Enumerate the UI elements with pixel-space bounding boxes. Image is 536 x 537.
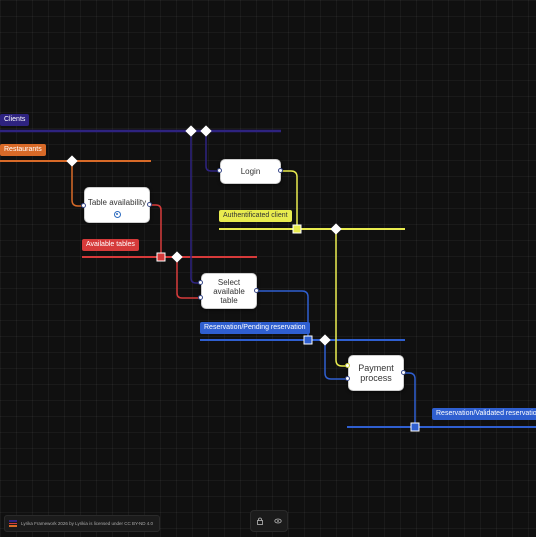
node-payment-process[interactable]: Payment process (348, 355, 404, 391)
lane-label-authenticated-client[interactable]: Authentificated client (219, 210, 292, 222)
edge-payment-to-validated-reservation (404, 372, 416, 427)
edge-restaurants-to-table-availability (71, 161, 84, 207)
diamond-restaurants[interactable] (66, 155, 78, 167)
lane-label-validated-reservation[interactable]: Reservation/Validated reservation (432, 408, 536, 420)
handle-select-table-in-clients[interactable] (198, 280, 203, 285)
handle-login-in[interactable] (217, 168, 222, 173)
handle-payment-in-pending[interactable] (345, 376, 350, 381)
node-select-table[interactable]: Select available table (201, 273, 257, 309)
handle-select-table-out[interactable] (254, 288, 259, 293)
lane-label-available-tables[interactable]: Available tables (82, 239, 139, 251)
diamond-authenticated-client[interactable] (330, 223, 342, 235)
node-payment-line2: process (360, 373, 392, 383)
square-validated-reservation[interactable] (410, 422, 420, 432)
edge-table-availability-to-available-tables (150, 204, 162, 257)
flag-logo-icon (9, 520, 17, 528)
square-authenticated-client[interactable] (292, 224, 302, 234)
edge-clients-to-select-table (190, 131, 201, 284)
handle-payment-out[interactable] (401, 370, 406, 375)
node-table-availability[interactable]: Table availability (84, 187, 150, 223)
diamond-pending-reservation[interactable] (319, 334, 331, 346)
lane-label-pending-reservation[interactable]: Reservation/Pending reservation (200, 322, 310, 334)
handle-table-availability-out[interactable] (147, 202, 152, 207)
handle-table-availability-in[interactable] (81, 203, 86, 208)
handle-payment-in-auth[interactable] (345, 363, 350, 368)
lock-icon[interactable] (254, 515, 266, 527)
edge-clients-to-login (205, 131, 220, 172)
edge-authenticated-client-to-payment (335, 229, 348, 367)
node-select-table-line1: Select (217, 277, 241, 287)
settings-icon[interactable] (113, 211, 121, 218)
edge-available-tables-to-select-table (176, 257, 201, 299)
diamond-available-tables[interactable] (171, 251, 183, 263)
node-select-table-line2: available (213, 286, 245, 296)
lane-label-restaurants[interactable]: Restaurants (0, 144, 46, 156)
square-available-tables[interactable] (156, 252, 166, 262)
diamond-clients-select[interactable] (185, 125, 197, 137)
handle-select-table-in-tables[interactable] (198, 295, 203, 300)
license-text: Lyrika Framework 2026 by Lyrikia is lice… (21, 521, 154, 526)
diagram-canvas (0, 125, 536, 432)
node-payment-line1: Payment (358, 363, 394, 373)
lane-label-clients[interactable]: Clients (0, 114, 30, 126)
eye-icon[interactable] (272, 515, 284, 527)
node-login[interactable]: Login (220, 159, 281, 184)
node-login-label: Login (240, 167, 261, 176)
node-table-availability-label: Table availability (87, 197, 147, 207)
node-select-table-line3: table (220, 295, 238, 305)
diamond-clients-login[interactable] (200, 125, 212, 137)
license-footer: Lyrika Framework 2026 by Lyrikia is lice… (4, 515, 161, 532)
canvas-controls (250, 510, 288, 532)
square-pending-reservation[interactable] (303, 335, 313, 345)
handle-login-out[interactable] (278, 168, 283, 173)
